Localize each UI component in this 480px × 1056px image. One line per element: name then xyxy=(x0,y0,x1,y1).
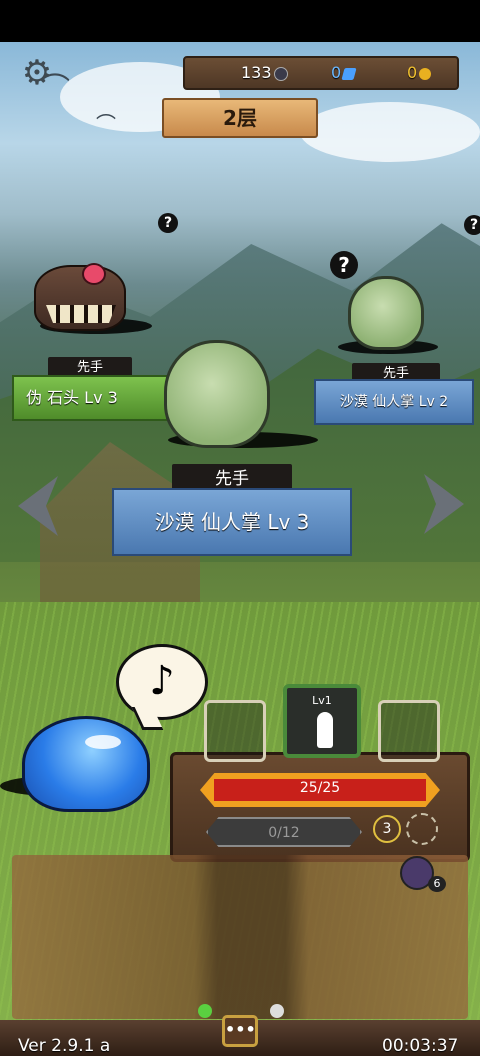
enemy-nameplate-cactus-lv2[interactable]: 沙漠 仙人掌 Lv 2 xyxy=(314,379,474,425)
fake-rock-enemy[interactable] xyxy=(34,263,126,331)
crystal-icon xyxy=(341,67,357,80)
cloud xyxy=(300,102,480,162)
empty-skill-slot[interactable] xyxy=(406,813,438,845)
equipment-slot-left[interactable] xyxy=(204,700,266,762)
character-silhouette-icon xyxy=(317,712,333,748)
hp-bar: 25/25 xyxy=(200,773,440,807)
rock-nose xyxy=(82,263,106,285)
menu-button[interactable]: ••• xyxy=(222,1015,258,1047)
speech-bubble: ♪ xyxy=(116,644,208,720)
music-note-icon: ♪ xyxy=(149,658,175,704)
character-card[interactable]: Lv1 xyxy=(283,684,361,758)
equipment-slot-right[interactable] xyxy=(378,700,440,762)
slime-shine xyxy=(85,735,121,749)
unknown-marker-icon[interactable]: ? xyxy=(464,215,480,235)
desert-cactus-enemy-selected[interactable] xyxy=(164,340,270,448)
xp-text: 0/12 xyxy=(268,825,300,841)
orb-counter: 133 xyxy=(241,63,288,82)
crystal-counter: 0 xyxy=(331,63,357,82)
settings-gear-icon[interactable]: ⚙ xyxy=(20,56,54,90)
version-label: Ver 2.9.1 a xyxy=(18,1036,111,1056)
bag-count-badge: 6 xyxy=(428,876,446,892)
enemy-nameplate-fake-rock[interactable]: 伪 石头 Lv 3 xyxy=(12,375,168,421)
unknown-marker-icon[interactable]: ? xyxy=(158,213,178,233)
xp-bar: 0/12 xyxy=(206,817,362,847)
hp-text: 25/25 xyxy=(299,780,341,796)
slot-count-badge[interactable]: 3 xyxy=(373,815,401,843)
bird-silhouette: ⌒ xyxy=(96,112,116,136)
rock-teeth xyxy=(46,305,116,323)
enemy-nameplate-cactus-lv3[interactable]: 沙漠 仙人掌 Lv 3 xyxy=(112,488,352,556)
gold-coin-icon xyxy=(419,67,432,80)
skull-marker-icon xyxy=(270,1004,284,1018)
game-screen: ⌒ ⌒ ⚙ 133 0 0 2层 ? ? ? 先手 伪 石头 Lv 3 先手 沙… xyxy=(0,0,480,1056)
inventory-chest-panel xyxy=(12,855,468,1019)
elapsed-timer: 00:03:37 xyxy=(382,1036,459,1056)
blue-slime-player[interactable] xyxy=(22,716,150,812)
orb-icon xyxy=(273,66,288,81)
desert-cactus-enemy-small[interactable] xyxy=(348,276,424,350)
floor-sign: 2层 xyxy=(162,98,318,138)
unknown-marker-icon[interactable]: ? xyxy=(330,251,358,279)
resource-bar: 133 0 0 xyxy=(183,56,459,90)
gold-counter: 0 xyxy=(407,63,432,82)
card-level: Lv1 xyxy=(312,694,332,707)
progress-start-marker-icon xyxy=(198,1004,212,1018)
